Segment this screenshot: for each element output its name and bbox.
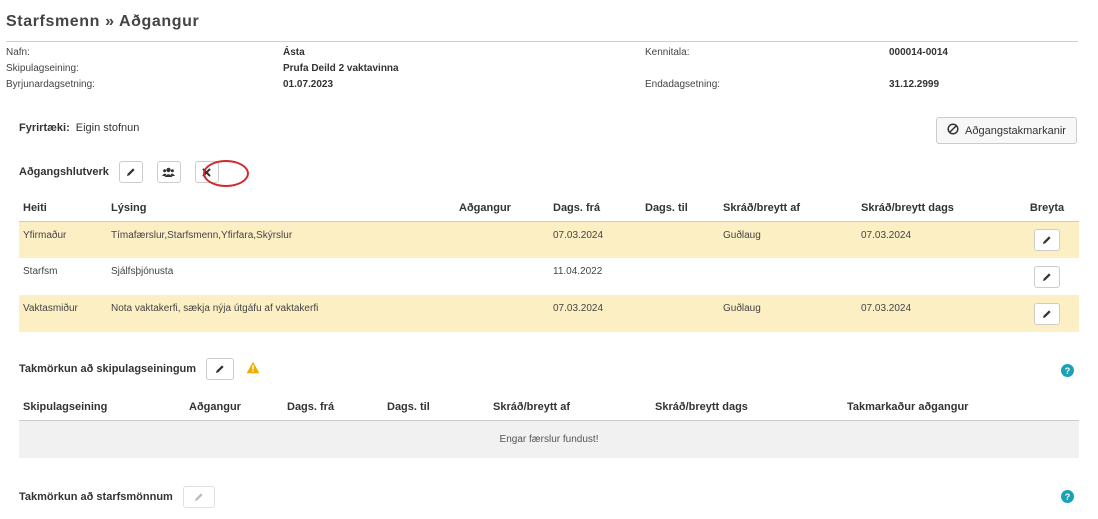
- employees-title: Takmörkun að starfsmönnum: [19, 491, 173, 503]
- group-roles-button[interactable]: [156, 161, 181, 183]
- edit-cell: [1015, 295, 1079, 332]
- col-skipulagseining[interactable]: Skipulagseining: [19, 395, 185, 421]
- company-value: Eigin stofnun: [75, 122, 140, 134]
- role-date-from: 07.03.2024: [549, 221, 641, 258]
- col-dags-til[interactable]: Dags. til: [641, 196, 719, 222]
- edit-employees-button[interactable]: [182, 486, 215, 508]
- empty-message: Engar færslur fundust!: [19, 420, 1079, 458]
- ssn-label: Kennitala:: [645, 47, 690, 58]
- pencil-icon: [1043, 309, 1051, 318]
- role-changed-date: 07.03.2024: [857, 295, 1015, 332]
- col-takmarkadur[interactable]: Takmarkaður aðgangur: [843, 395, 1079, 421]
- edit-cell: [1015, 258, 1079, 295]
- role-changed-by: Guðlaug: [719, 221, 857, 258]
- role-changed-by: Guðlaug: [719, 295, 857, 332]
- role-access: [455, 295, 549, 332]
- role-description: Tímafærslur,Starfsmenn,Yfirfara,Skýrslur: [107, 221, 455, 258]
- role-date-from: 11.04.2022: [553, 266, 603, 277]
- role-date-to: [641, 221, 719, 258]
- edit-cell: [1015, 221, 1079, 258]
- pencil-icon: [216, 365, 224, 373]
- table-header-row: Heiti Lýsing Aðgangur Dags. frá Dags. ti…: [19, 196, 1079, 222]
- pencil-icon: [1043, 236, 1051, 244]
- role-description: Nota vaktakerfi, sækja nýja útgáfu af va…: [107, 295, 455, 332]
- col-skrad-af[interactable]: Skráð/breytt af: [719, 196, 857, 222]
- edit-row-button[interactable]: [1034, 265, 1060, 288]
- col-dags-til[interactable]: Dags. til: [383, 395, 489, 421]
- empty-row: Engar færslur fundust!: [19, 420, 1079, 458]
- remove-roles-button[interactable]: [194, 161, 219, 183]
- edit-units-button[interactable]: [206, 358, 235, 380]
- role-name: Yfirmaður: [19, 221, 107, 258]
- unit-label: Skipulagseining:: [6, 63, 79, 74]
- col-breyta: Breyta: [1015, 196, 1079, 222]
- users-icon: [162, 167, 176, 177]
- page-title: Starfsmenn » Aðgangur: [6, 13, 200, 30]
- edit-row-button[interactable]: [1034, 302, 1060, 325]
- employees-section-header: Takmörkun að starfsmönnum: [19, 486, 215, 508]
- title-divider: [6, 41, 1078, 42]
- roles-title: Aðgangshlutverk: [19, 166, 109, 178]
- role-name: Starfsm: [23, 266, 58, 277]
- access-restrictions-button[interactable]: Aðgangstakmarkanir: [936, 117, 1077, 144]
- col-skrad-af[interactable]: Skráð/breytt af: [489, 395, 651, 421]
- pencil-icon: [194, 493, 203, 501]
- role-date-to: [641, 295, 719, 332]
- access-restrictions-label: Aðgangstakmarkanir: [965, 124, 1066, 137]
- table-row: Yfirmaður Tímafærslur,Starfsmenn,Yfirfar…: [19, 221, 1079, 258]
- company-line: Fyrirtæki: Eigin stofnun: [19, 122, 139, 134]
- role-changed-date: [857, 258, 1015, 295]
- help-icon[interactable]: ?: [1061, 490, 1074, 503]
- info-row: Nafn: Ásta Kennitala: 000014-0014: [6, 45, 1078, 61]
- info-row: Skipulagseining: Prufa Deild 2 vaktavinn…: [6, 61, 1078, 77]
- name-label: Nafn:: [6, 47, 30, 58]
- pencil-icon: [126, 168, 135, 176]
- edit-row-button[interactable]: [1034, 228, 1060, 251]
- col-dags-fra[interactable]: Dags. frá: [549, 196, 641, 222]
- units-table: Skipulagseining Aðgangur Dags. frá Dags.…: [19, 395, 1079, 458]
- start-date-label: Byrjunardagsetning:: [6, 79, 95, 90]
- table-row: Starfsm Sjálfsþjónusta 11.04.2022: [19, 258, 1079, 295]
- start-date-value: 01.07.2023: [283, 79, 334, 90]
- pencil-icon: [1043, 272, 1051, 281]
- units-section-header: Takmörkun að skipulagseiningum: [19, 358, 260, 380]
- role-access: [455, 258, 549, 295]
- role-date-from: 07.03.2024: [549, 295, 641, 332]
- company-label: Fyrirtæki:: [19, 122, 70, 134]
- ban-icon: [947, 123, 959, 138]
- col-lysing[interactable]: Lýsing: [107, 196, 455, 222]
- help-icon[interactable]: ?: [1061, 364, 1074, 377]
- ssn-value: 000014-0014: [889, 47, 948, 58]
- role-access: [455, 221, 549, 258]
- col-adgangur[interactable]: Aðgangur: [455, 196, 549, 222]
- table-row: Vaktasmiður Nota vaktakerfi, sækja nýja …: [19, 295, 1079, 332]
- warning-icon: [246, 361, 260, 377]
- edit-roles-button[interactable]: [118, 161, 143, 183]
- role-changed-by: [719, 258, 857, 295]
- info-row: Byrjunardagsetning: 01.07.2023 Endadagse…: [6, 77, 1078, 93]
- employee-info: Nafn: Ásta Kennitala: 000014-0014 Skipul…: [6, 45, 1078, 93]
- role-changed-date: 07.03.2024: [857, 221, 1015, 258]
- col-dags-fra[interactable]: Dags. frá: [283, 395, 383, 421]
- col-skrad-dags[interactable]: Skráð/breytt dags: [857, 196, 1015, 222]
- role-description: Sjálfsþjónusta: [111, 266, 174, 277]
- end-date-label: Endadagsetning:: [645, 79, 721, 90]
- units-title: Takmörkun að skipulagseiningum: [19, 363, 197, 375]
- role-name: Vaktasmiður: [19, 295, 107, 332]
- col-skrad-dags[interactable]: Skráð/breytt dags: [651, 395, 843, 421]
- close-icon: [202, 168, 211, 176]
- role-date-to: [641, 258, 719, 295]
- col-heiti[interactable]: Heiti: [19, 196, 107, 222]
- table-header-row: Skipulagseining Aðgangur Dags. frá Dags.…: [19, 395, 1079, 421]
- roles-table: Heiti Lýsing Aðgangur Dags. frá Dags. ti…: [19, 196, 1079, 332]
- roles-section-header: Aðgangshlutverk: [19, 161, 219, 183]
- name-value: Ásta: [283, 47, 305, 58]
- unit-value: Prufa Deild 2 vaktavinna: [283, 63, 399, 74]
- col-adgangur[interactable]: Aðgangur: [185, 395, 283, 421]
- end-date-value: 31.12.2999: [889, 79, 940, 90]
